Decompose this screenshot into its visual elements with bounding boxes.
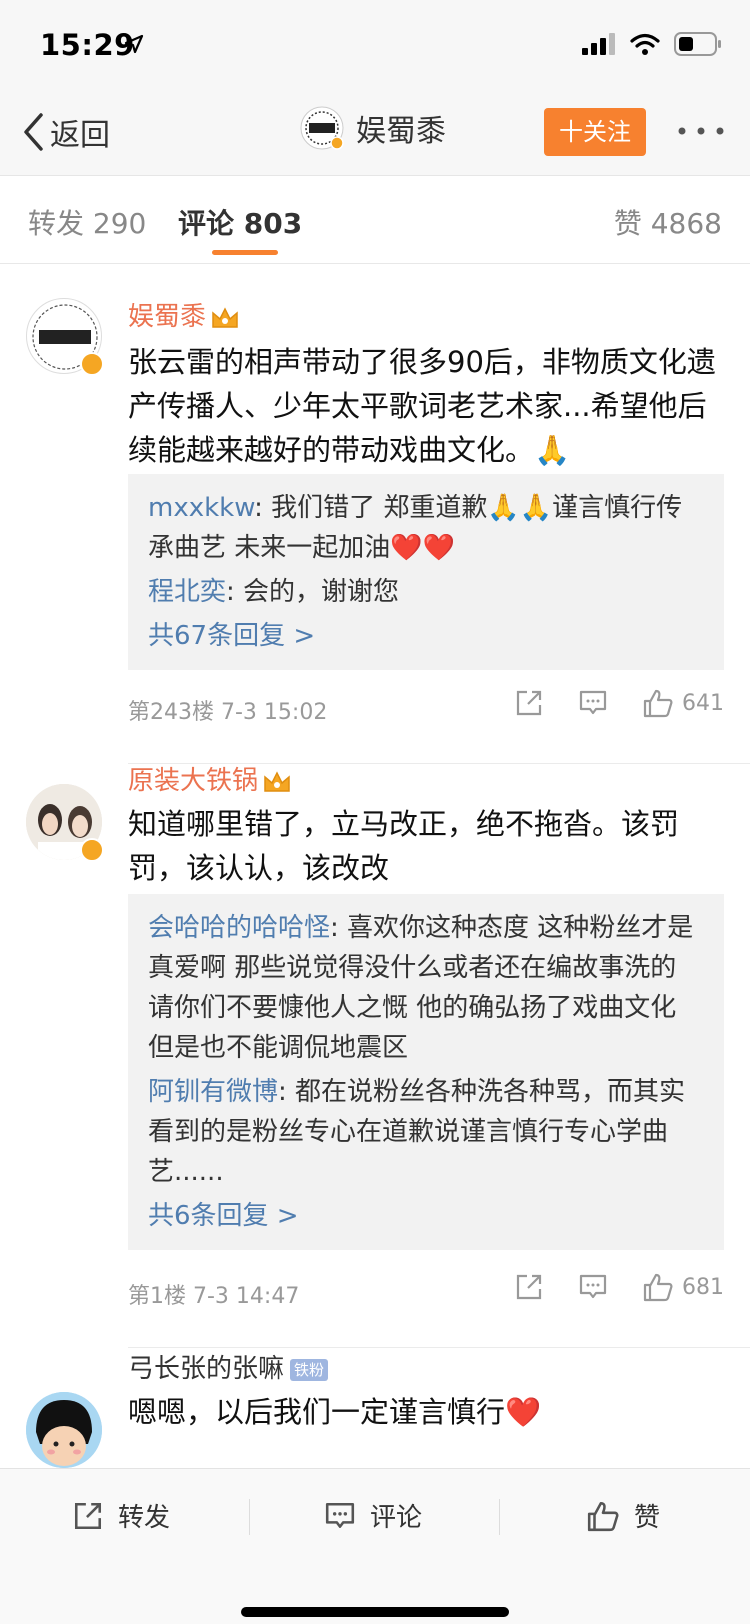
share-button[interactable] — [514, 1272, 544, 1302]
username-text: 娱蜀黍 — [128, 302, 207, 332]
vip-crown-icon — [264, 770, 290, 792]
active-tab-indicator — [212, 250, 278, 255]
username-text: 原装大铁锅 — [128, 766, 259, 796]
comment-username[interactable]: 原装大铁锅 — [128, 760, 292, 797]
like-count: 681 — [682, 1274, 724, 1300]
reply-item: mxxkkw: 我们错了 郑重道歉🙏🙏谨言慎行传承曲艺 未来一起加油❤️❤️ — [148, 488, 704, 568]
avatar — [300, 106, 344, 150]
follow-button[interactable]: 十关注 — [544, 108, 646, 156]
tab-comment[interactable]: 评论 803 — [178, 202, 302, 242]
like-button[interactable]: 681 — [642, 1272, 724, 1302]
comment-username[interactable]: 弓长张的张嘛 铁粉 — [128, 1348, 329, 1385]
nav-title: 娱蜀黍 — [356, 114, 446, 149]
comment-label: 评论 — [370, 1503, 423, 1533]
reply-username[interactable]: 阿钏有微博 — [148, 1077, 278, 1107]
location-arrow-icon — [124, 34, 144, 54]
avatar[interactable] — [26, 1392, 102, 1468]
share-icon — [516, 690, 542, 716]
verified-badge-icon — [80, 838, 104, 862]
reply-button[interactable] — [578, 1272, 608, 1302]
tab-like[interactable]: 赞 4868 — [614, 202, 722, 242]
comment-icon — [579, 690, 607, 715]
share-icon — [74, 1502, 102, 1529]
reply-button[interactable] — [578, 688, 608, 718]
reply-box[interactable]: mxxkkw: 我们错了 郑重道歉🙏🙏谨言慎行传承曲艺 未来一起加油❤️❤️ 程… — [128, 474, 724, 670]
reply-username[interactable]: mxxkkw — [148, 493, 254, 523]
comment-item: 弓长张的张嘛 铁粉 嗯嗯，以后我们一定谨言慎行❤️ — [0, 1348, 750, 1468]
username-text: 弓长张的张嘛 — [128, 1354, 285, 1384]
battery-icon — [674, 32, 721, 56]
comment-icon — [325, 1502, 355, 1528]
comment-content: 张云雷的相声带动了很多90后，非物质文化遗产传播人、少年太平歌词老艺术家...希… — [128, 345, 716, 467]
reply-item: 会哈哈的哈哈怪: 喜欢你这种态度 这种粉丝才是真爱啊 那些说觉得没什么或者还在编… — [148, 908, 704, 1068]
reply-text: : 会的，谢谢您 — [226, 577, 400, 607]
comment-item: 娱蜀黍 张云雷的相声带动了很多90后，非物质文化遗产传播人、少年太平歌词老艺术家… — [0, 264, 750, 764]
vip-crown-icon — [212, 306, 238, 328]
status-time: 15:29 — [40, 28, 135, 62]
comment-meta: 第1楼 7-3 14:47 — [128, 1284, 300, 1309]
status-bar: 15:29 — [0, 0, 750, 88]
repost-label: 转发 — [118, 1503, 171, 1533]
divider — [499, 1499, 500, 1535]
wifi-icon — [630, 33, 660, 55]
reply-item: 程北奕: 会的，谢谢您 — [148, 572, 704, 612]
thumbs-up-icon — [587, 1501, 619, 1531]
more-replies-link[interactable]: 共6条回复 > — [148, 1196, 704, 1236]
repost-button[interactable]: 转发 — [72, 1497, 170, 1534]
like-button[interactable]: 赞 — [586, 1497, 660, 1534]
comment-item: 原装大铁锅 知道哪里错了，立马改正，绝不拖沓。该罚罚，该认认，该改改 会哈哈的哈… — [0, 764, 750, 1348]
like-count: 641 — [682, 690, 724, 716]
comment-actions: 681 — [514, 1272, 724, 1302]
reply-item: 阿钏有微博: 都在说粉丝各种洗各种骂，而其实看到的是粉丝专心在道歉说谨言慎行专心… — [148, 1072, 704, 1192]
like-label: 赞 — [634, 1503, 661, 1533]
comment-actions: 641 — [514, 688, 724, 718]
comment-username[interactable]: 娱蜀黍 — [128, 296, 240, 333]
bottom-action-bar: 转发 评论 赞 — [0, 1468, 750, 1624]
comment-content: 知道哪里错了，立马改正，绝不拖沓。该罚罚，该认认，该改改 — [128, 807, 680, 885]
verified-badge-icon — [80, 352, 104, 376]
comment-icon — [579, 1274, 607, 1299]
reply-box[interactable]: 会哈哈的哈哈怪: 喜欢你这种态度 这种粉丝才是真爱啊 那些说觉得没什么或者还在编… — [128, 894, 724, 1250]
more-replies-link[interactable]: 共67条回复 > — [148, 616, 704, 656]
tab-repost[interactable]: 转发 290 — [28, 202, 146, 242]
thumbs-up-icon — [643, 1273, 673, 1302]
more-icon[interactable] — [676, 116, 726, 146]
thumbs-up-icon — [643, 689, 673, 718]
comment-button[interactable]: 评论 — [324, 1497, 422, 1534]
back-label: 返回 — [50, 118, 110, 153]
status-indicators — [582, 32, 722, 56]
avatar-image — [26, 1392, 102, 1468]
fan-badge: 铁粉 — [290, 1358, 329, 1381]
nav-bar: 返回 娱蜀黍 十关注 — [0, 88, 750, 176]
nav-profile[interactable]: 娱蜀黍 — [300, 106, 446, 150]
home-indicator — [241, 1607, 509, 1617]
like-button[interactable]: 641 — [642, 688, 724, 718]
share-icon — [516, 1274, 542, 1300]
comment-meta: 第243楼 7-3 15:02 — [128, 700, 328, 725]
chevron-left-icon — [24, 113, 43, 151]
back-button[interactable]: 返回 — [22, 110, 110, 154]
share-button[interactable] — [514, 688, 544, 718]
reply-username[interactable]: 会哈哈的哈哈怪 — [148, 913, 330, 943]
comment-content: 嗯嗯，以后我们一定谨言慎行❤️ — [128, 1395, 542, 1429]
tab-bar: 转发 290 评论 803 赞 4868 — [0, 176, 750, 264]
cellular-signal-icon — [582, 33, 615, 55]
divider — [249, 1499, 250, 1535]
reply-username[interactable]: 程北奕 — [148, 577, 226, 607]
